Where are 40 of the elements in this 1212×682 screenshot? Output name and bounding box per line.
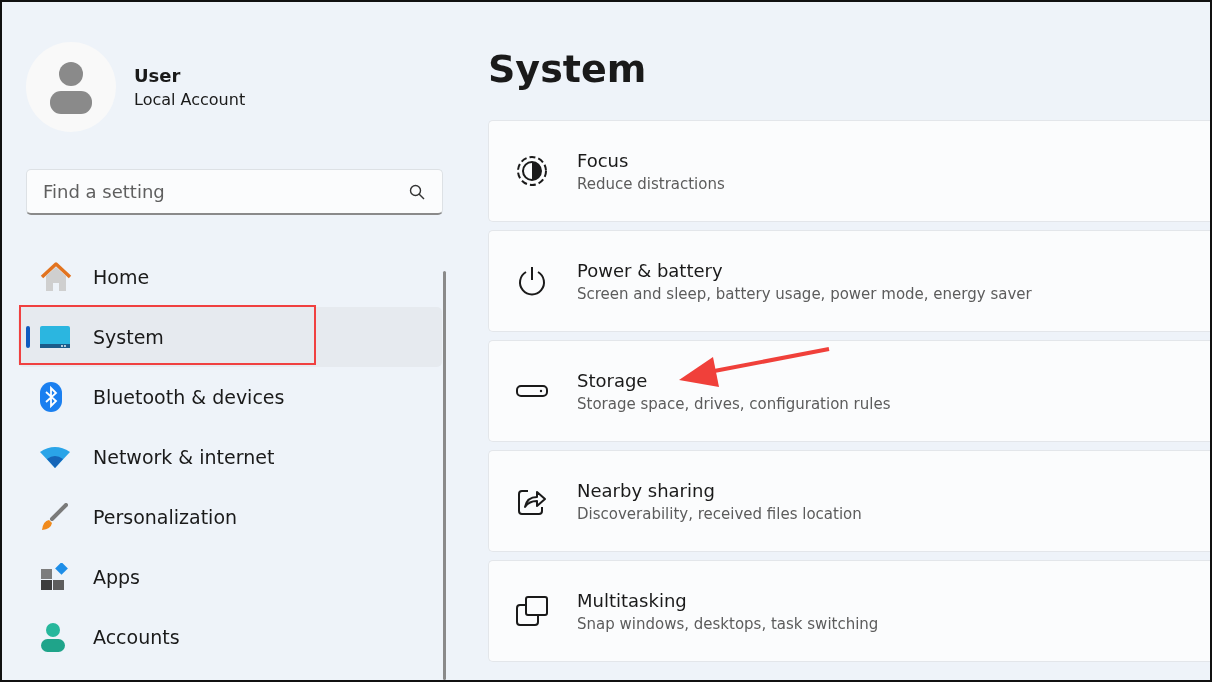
- power-icon: [516, 265, 548, 297]
- page-title: System: [488, 46, 648, 92]
- card-description: Screen and sleep, battery usage, power mode, energy saver: [577, 284, 1032, 303]
- card-description: Discoverability, received files location: [577, 504, 862, 523]
- nav-item[interactable]: Apps: [18, 547, 442, 607]
- settings-card[interactable]: Storage Storage space, drives, configuration rules: [488, 340, 1210, 442]
- card-title: Storage: [577, 369, 649, 391]
- settings-card[interactable]: Multitasking Snap windows, desktops, task switching: [488, 560, 1210, 662]
- card-description: Snap windows, desktops, task switching: [577, 614, 879, 633]
- search-field[interactable]: Find a setting: [26, 169, 443, 215]
- person-icon: [40, 622, 66, 652]
- bluetooth-icon: [40, 382, 62, 412]
- settings-card[interactable]: Power & battery Screen and sleep, battery usage, power mode, energy saver: [488, 230, 1210, 332]
- wifi-icon: [40, 446, 70, 468]
- card-description: Reduce distractions: [577, 174, 725, 193]
- apps-icon: [40, 563, 68, 591]
- selection-indicator: [26, 326, 30, 348]
- paintbrush-icon: [40, 503, 68, 531]
- card-title: Nearby sharing: [577, 479, 716, 501]
- home-icon: [40, 262, 72, 292]
- nav-item[interactable]: Accounts: [18, 607, 442, 667]
- nav-item[interactable]: System: [18, 307, 442, 367]
- card-title: Focus: [577, 149, 630, 171]
- drive-icon: [516, 385, 548, 397]
- settings-card[interactable]: Focus Reduce distractions: [488, 120, 1210, 222]
- card-description: Storage space, drives, configuration rules: [577, 394, 891, 413]
- account-type: Local Account: [134, 90, 246, 109]
- nav-item[interactable]: Network & internet: [18, 427, 442, 487]
- search-icon: [409, 184, 425, 200]
- scrollbar[interactable]: [443, 271, 446, 680]
- monitor-icon: [40, 326, 70, 348]
- card-title: Power & battery: [577, 259, 724, 281]
- nav-item[interactable]: Bluetooth & devices: [18, 367, 442, 427]
- account-name: User: [134, 65, 182, 86]
- nav-item[interactable]: Home: [18, 247, 442, 307]
- focus-icon: [516, 155, 548, 187]
- card-title: Multitasking: [577, 589, 688, 611]
- settings-card[interactable]: Nearby sharing Discoverability, received files location: [488, 450, 1210, 552]
- nav-item[interactable]: Personalization: [18, 487, 442, 547]
- windows-icon: [516, 596, 548, 626]
